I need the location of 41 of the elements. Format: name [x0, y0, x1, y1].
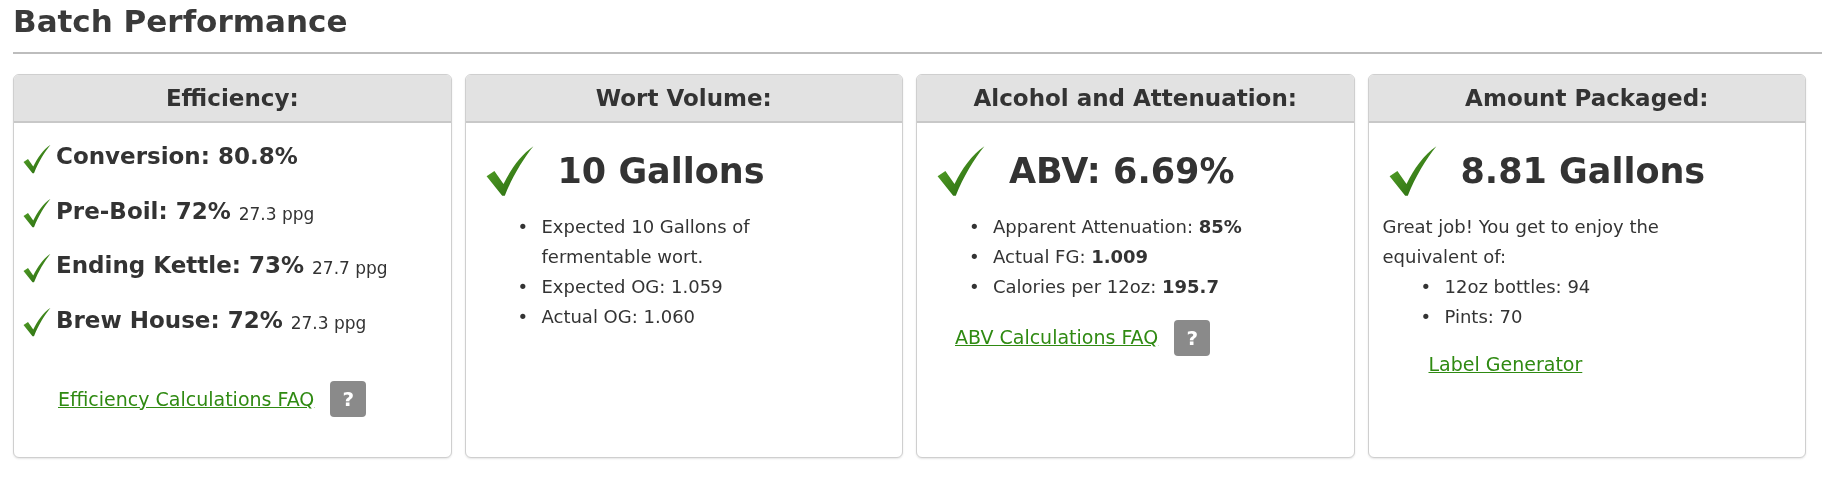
bullet-marker: • [1420, 274, 1431, 299]
checkmark-icon [22, 143, 52, 174]
bullet-item: Calories per 12oz: 195.7 [993, 274, 1219, 299]
ppg-value: 27.3 ppg [290, 311, 367, 335]
headline: 8.81 Gallons [1460, 150, 1706, 193]
faq-link[interactable]: ABV Calculations FAQ [955, 323, 1159, 352]
bullet-item: Actual FG: 1.009 [993, 244, 1149, 269]
bullet-item: 12oz bottles: 94 [1444, 274, 1591, 299]
checkmark-icon [22, 198, 52, 228]
check-label: Conversion: 80.8% [56, 142, 298, 171]
checkmark-icon [22, 252, 52, 283]
help-button[interactable]: ? [330, 381, 367, 417]
ppg-value: 27.3 ppg [238, 202, 315, 226]
bullet-item: Expected 10 Gallons of fermentable wort. [541, 214, 751, 269]
note-text: Great job! You get to enjoy the equivalent of: [1382, 214, 1660, 269]
bullet-marker: • [517, 214, 528, 239]
faq-link[interactable]: Efficiency Calculations FAQ [58, 384, 315, 414]
bullet-marker: • [969, 214, 979, 239]
checkmark-icon [22, 307, 52, 337]
bullet-item: Actual OG: 1.060 [541, 304, 696, 329]
help-button[interactable]: ? [1174, 319, 1211, 356]
bullet-marker: • [517, 304, 528, 329]
check-label: Brew House: 72% [56, 305, 283, 335]
bullet-item: Pints: 70 [1444, 304, 1523, 329]
bullet-marker: • [517, 274, 528, 299]
bullet-item: Apparent Attenuation: 85% [993, 214, 1242, 239]
faq-link[interactable]: Label Generator [1428, 349, 1583, 378]
check-label: Ending Kettle: 73% [56, 251, 305, 280]
card-title: Wort Volume: [595, 83, 772, 113]
check-label: Pre-Boil: 72% [56, 196, 231, 226]
headline: 10 Gallons [557, 150, 765, 193]
card-title: Alcohol and Attenuation: [973, 83, 1297, 113]
bullet-marker: • [1420, 304, 1431, 329]
bullet-marker: • [969, 244, 979, 269]
page-title: Batch Performance [13, 2, 349, 41]
headline: ABV: 6.69% [1009, 150, 1235, 193]
bullet-marker: • [969, 274, 979, 299]
ppg-value: 27.7 ppg [312, 257, 388, 280]
card-title: Amount Packaged: [1465, 83, 1709, 113]
card-title: Efficiency: [165, 83, 299, 113]
bullet-item: Expected OG: 1.059 [541, 274, 723, 299]
